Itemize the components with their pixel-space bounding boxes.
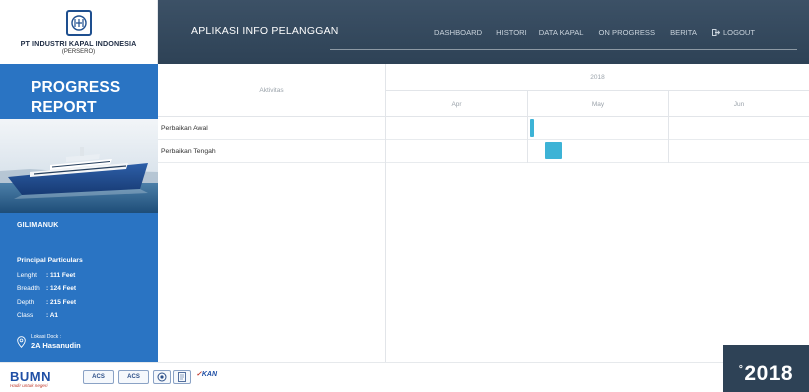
particular-breadth: Breadth : 124 Feet bbox=[17, 282, 76, 295]
nav-data-kapal[interactable]: DATA KAPAL bbox=[539, 28, 584, 37]
particular-depth: Depth : 215 Feet bbox=[17, 296, 76, 309]
year-badge-text: °2018 bbox=[739, 362, 793, 386]
year-badge: °2018 bbox=[723, 345, 809, 392]
particular-length: Lenght : 111 Feet bbox=[17, 269, 76, 282]
cert-badge: ACS bbox=[83, 370, 114, 384]
cert-seal-icon bbox=[153, 370, 171, 384]
activity-header: Aktivitas bbox=[158, 64, 385, 117]
nav-histori[interactable]: HISTORI bbox=[496, 28, 527, 37]
particular-label: Lenght bbox=[17, 272, 37, 279]
task-bar-perbaikan-awal[interactable] bbox=[529, 119, 535, 137]
bumn-logo: BUMN Hadir untuk negeri bbox=[10, 369, 51, 388]
nav-logout[interactable]: LOGOUT bbox=[711, 28, 756, 37]
particular-value: : A1 bbox=[46, 312, 59, 320]
report-title: PROGRESS REPORT bbox=[31, 78, 120, 118]
kan-logo: ✓KAN bbox=[196, 370, 217, 378]
dock-label: Lokasi Dock : bbox=[31, 334, 62, 340]
month-divider bbox=[527, 117, 528, 163]
particular-label: Depth bbox=[17, 298, 35, 306]
main-nav: DASHBOARD HISTORI DATA KAPAL ON PROGRESS… bbox=[434, 28, 755, 37]
timeline-months: Apr May Jun bbox=[386, 91, 809, 117]
company-logo-icon bbox=[65, 10, 92, 36]
particular-class: Class : A1 bbox=[17, 309, 76, 322]
month-may: May bbox=[527, 91, 668, 117]
company-name: PT INDUSTRI KAPAL INDONESIA bbox=[20, 39, 137, 48]
dock-location: Lokasi Dock : 2A Hasanudin bbox=[17, 334, 81, 350]
report-title-line1: PROGRESS bbox=[31, 79, 121, 96]
kan-label: KAN bbox=[201, 371, 218, 378]
ship-name: GILIMANUK bbox=[17, 222, 59, 229]
cert-badge: ACS bbox=[118, 370, 149, 384]
task-bar-perbaikan-tengah[interactable] bbox=[545, 142, 563, 159]
activity-row[interactable]: Perbaikan Awal bbox=[158, 117, 385, 140]
particular-label: Class bbox=[17, 312, 34, 320]
location-pin-icon bbox=[17, 336, 26, 348]
month-jun: Jun bbox=[668, 91, 809, 117]
timeline: 2018 Apr May Jun bbox=[386, 64, 809, 362]
particulars-title: Principal Particulars bbox=[17, 257, 83, 264]
company-subtitle: (PERSERO) bbox=[61, 49, 96, 55]
cert-doc-icon bbox=[173, 370, 191, 384]
activity-column: Aktivitas Perbaikan Awal Perbaikan Tenga… bbox=[158, 64, 386, 362]
nav-underline bbox=[330, 49, 797, 50]
logout-icon bbox=[711, 29, 720, 36]
year-badge-year: 2018 bbox=[744, 362, 794, 385]
nav-logout-label: LOGOUT bbox=[722, 28, 756, 37]
gantt-row bbox=[386, 140, 809, 163]
timeline-year: 2018 bbox=[386, 64, 809, 91]
particular-value: : 124 Feet bbox=[46, 285, 76, 293]
nav-on-progress[interactable]: ON PROGRESS bbox=[599, 28, 656, 37]
top-navbar: APLIKASI INFO PELANGGAN DASHBOARD HISTOR… bbox=[158, 0, 809, 64]
brand-block[interactable]: PT INDUSTRI KAPAL INDONESIA (PERSERO) bbox=[0, 0, 158, 64]
particular-value: : 111 Feet bbox=[46, 272, 76, 279]
year-badge-degree: ° bbox=[738, 364, 744, 375]
activity-row[interactable]: Perbaikan Tengah bbox=[158, 140, 385, 163]
particular-label: Breadth bbox=[17, 285, 40, 293]
sidebar: PROGRESS REPORT GILIMANUK Principal Part… bbox=[0, 64, 158, 362]
dock-name: 2A Hasanudin bbox=[31, 341, 81, 350]
month-apr: Apr bbox=[451, 100, 462, 108]
footer: BUMN Hadir untuk negeri ACS ACS ✓KAN °20… bbox=[0, 345, 809, 392]
dock-text: Lokasi Dock : 2A Hasanudin bbox=[31, 334, 81, 350]
report-title-line2: REPORT bbox=[31, 99, 97, 116]
nav-berita[interactable]: BERITA bbox=[670, 28, 697, 37]
particular-value: : 215 Feet bbox=[46, 298, 76, 306]
app-title: APLIKASI INFO PELANGGAN bbox=[191, 25, 339, 37]
nav-dashboard[interactable]: DASHBOARD bbox=[434, 28, 482, 37]
bumn-tagline: Hadir untuk negeri bbox=[10, 383, 48, 388]
gantt-row bbox=[386, 117, 809, 140]
gantt-chart: Aktivitas Perbaikan Awal Perbaikan Tenga… bbox=[158, 64, 809, 362]
gantt-rows bbox=[386, 117, 809, 163]
ship-photo bbox=[0, 119, 158, 213]
bumn-wordmark: BUMN bbox=[10, 369, 51, 384]
month-divider bbox=[668, 117, 669, 163]
app-root: PT INDUSTRI KAPAL INDONESIA (PERSERO) AP… bbox=[0, 0, 809, 392]
particulars-list: Lenght : 111 Feet Breadth : 124 Feet Dep… bbox=[17, 269, 76, 323]
